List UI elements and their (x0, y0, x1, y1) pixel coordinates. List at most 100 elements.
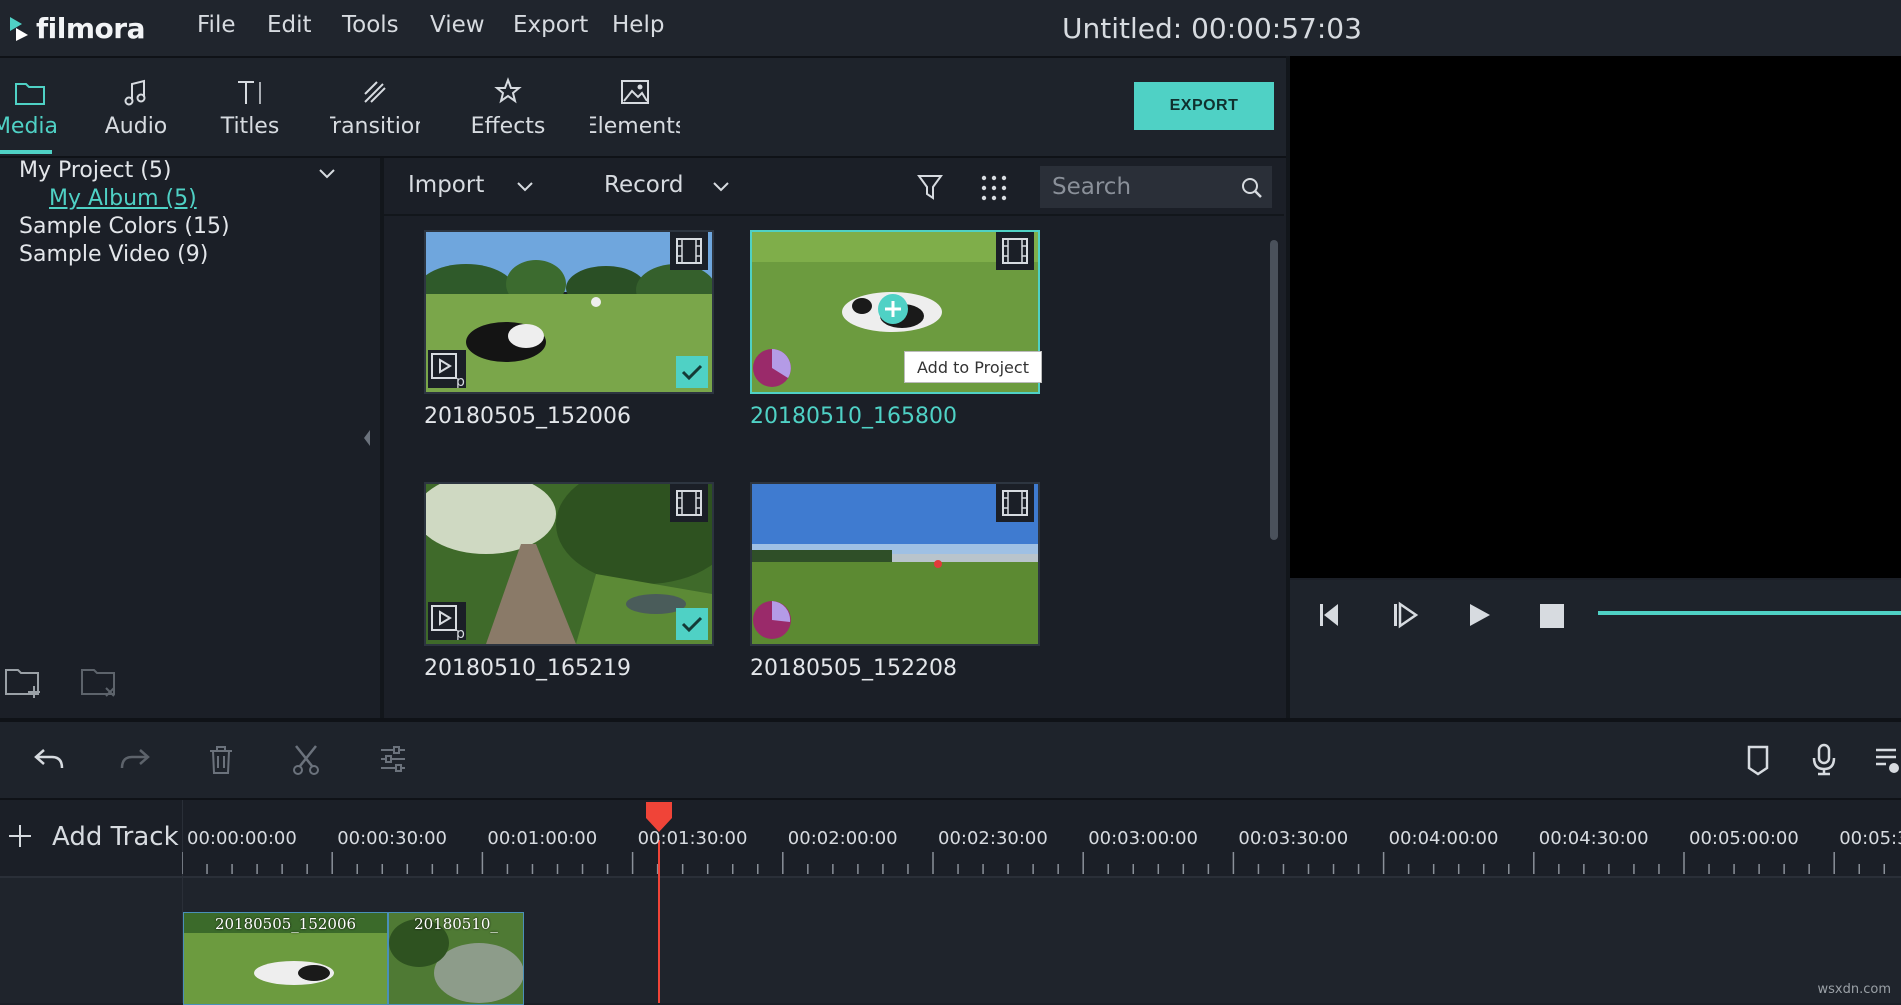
scissors-icon[interactable] (290, 742, 322, 776)
playback-progress[interactable] (1598, 611, 1901, 615)
grid-view-icon[interactable] (980, 174, 1008, 202)
tab-titles[interactable]: Titles (210, 58, 290, 156)
svg-text:p: p (456, 626, 465, 640)
media-name: 20180505_152208 (750, 656, 957, 681)
tab-label: Audio (105, 114, 168, 139)
watermark: wsxdn.com (1818, 982, 1892, 997)
clip-label: 20180505_152006 (184, 915, 387, 933)
clip-type-icon (996, 232, 1034, 270)
filter-icon[interactable] (916, 172, 944, 202)
timeline-clip-2[interactable]: 20180510_ (388, 912, 524, 1005)
play-preview-icon[interactable]: p (428, 602, 466, 640)
undo-icon[interactable] (32, 744, 66, 774)
tab-elements[interactable]: Elements (590, 58, 680, 156)
menu-export[interactable]: Export (513, 12, 588, 38)
in-project-check (676, 608, 708, 640)
record-button[interactable]: Record (604, 172, 683, 198)
library-my-album[interactable]: My Album (5) (49, 186, 197, 211)
audio-mixer-icon[interactable] (1874, 744, 1901, 776)
in-project-check (676, 356, 708, 388)
tab-label: Effects (471, 114, 546, 139)
ruler-tick-label: 00:04:00:00 (1389, 828, 1499, 849)
media-scrollbar[interactable] (1270, 240, 1278, 540)
preview-screen (1290, 56, 1901, 578)
marker-icon[interactable] (1744, 744, 1772, 776)
tab-effects[interactable]: Effects (466, 58, 550, 156)
search-input[interactable] (1052, 166, 1232, 208)
chevron-down-icon[interactable] (316, 166, 338, 182)
search-box (1040, 166, 1272, 208)
ruler-tick-label: 00:02:00:00 (788, 828, 898, 849)
app-name: filmora (36, 12, 145, 45)
checkmark-icon (676, 356, 708, 388)
ruler-tick-label: 00:03:30:00 (1238, 828, 1348, 849)
tab-label: Titles (221, 114, 280, 139)
adjust-icon[interactable] (378, 744, 408, 774)
tab-label: Elements (590, 114, 680, 139)
ruler-tick-label: 00:02:30:00 (938, 828, 1048, 849)
tab-media[interactable]: Media (0, 58, 70, 156)
add-to-project-icon[interactable] (876, 292, 910, 326)
ruler-tick-label: 00:00:30:00 (337, 828, 447, 849)
search-icon[interactable] (1240, 176, 1264, 200)
document-title: Untitled: 00:00:57:03 (1062, 12, 1362, 45)
menu-bar: filmora File Edit Tools View Export Help… (0, 0, 1901, 56)
ruler-tick-label: 00:05:3 (1839, 828, 1901, 849)
import-button[interactable]: Import (408, 172, 484, 198)
ruler-tick-label: 00:01:00:00 (487, 828, 597, 849)
import-dropdown-icon[interactable] (514, 180, 536, 196)
clip-type-icon (670, 484, 708, 522)
ruler-tick-label: 00:04:30:00 (1539, 828, 1649, 849)
checkmark-icon (676, 608, 708, 640)
play-preview-icon[interactable]: p (428, 350, 466, 388)
player-controls (1290, 580, 1901, 720)
menu-file[interactable]: File (197, 12, 236, 38)
tab-label: Transition (330, 114, 420, 139)
add-track-icon[interactable] (6, 822, 34, 850)
image-icon (617, 76, 653, 110)
microphone-icon[interactable] (1810, 742, 1838, 776)
app-logo: filmora (8, 8, 145, 48)
folder-icon (12, 76, 48, 110)
add-track-label[interactable]: Add Track (52, 822, 179, 852)
stop-icon[interactable] (1538, 602, 1566, 630)
tab-audio[interactable]: Audio (96, 58, 176, 156)
timeline-clip-1[interactable]: 20180505_152006 (183, 912, 388, 1005)
tab-label: Media (0, 114, 58, 139)
ruler-tick-label: 00:03:00:00 (1088, 828, 1198, 849)
ruler-tick-label: 00:01:30:00 (638, 828, 748, 849)
filmora-logo-icon (8, 15, 30, 41)
transition-icon (357, 76, 393, 110)
play-icon[interactable] (1464, 600, 1494, 630)
media-name: 20180510_165800 (750, 404, 957, 429)
collapse-panel-icon[interactable] (362, 428, 372, 448)
menu-help[interactable]: Help (612, 12, 664, 38)
progress-pie-icon (752, 600, 792, 640)
ruler-tick-label: 00:00:00:00 (187, 828, 297, 849)
library-sample-video[interactable]: Sample Video (9) (19, 242, 208, 267)
media-name: 20180510_165219 (424, 656, 631, 681)
playhead-line (658, 840, 660, 1003)
toolbar-divider (384, 214, 1284, 216)
new-folder-icon[interactable] (4, 664, 46, 700)
library-sample-colors[interactable]: Sample Colors (15) (19, 214, 230, 239)
library-my-project[interactable]: My Project (5) (19, 158, 171, 183)
effects-icon (490, 76, 526, 110)
clip-label: 20180510_ (389, 915, 523, 933)
delete-icon[interactable] (206, 744, 236, 776)
progress-pie-icon (752, 348, 792, 388)
menu-edit[interactable]: Edit (267, 12, 312, 38)
delete-folder-icon[interactable] (80, 664, 122, 700)
active-tab-indicator (0, 150, 52, 154)
export-button[interactable]: EXPORT (1134, 82, 1274, 130)
redo-icon[interactable] (118, 744, 152, 774)
record-dropdown-icon[interactable] (710, 180, 732, 196)
tab-transition[interactable]: Transition (330, 58, 420, 156)
ruler-ticks (182, 852, 1901, 876)
menu-view[interactable]: View (430, 12, 485, 38)
clip-type-icon (996, 484, 1034, 522)
skip-back-icon[interactable] (1316, 600, 1346, 630)
menu-tools[interactable]: Tools (342, 12, 399, 38)
step-forward-icon[interactable] (1390, 600, 1420, 630)
ruler-tick-label: 00:05:00:00 (1689, 828, 1799, 849)
